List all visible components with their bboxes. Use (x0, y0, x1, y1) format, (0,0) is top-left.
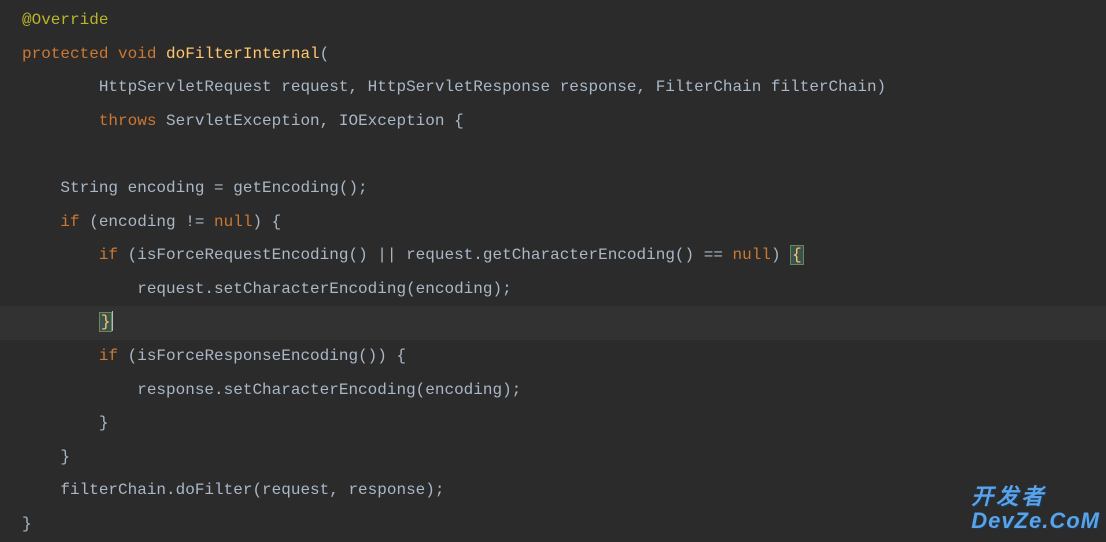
code-line-0[interactable]: @Override (0, 4, 1106, 38)
token-identifier: request.setCharacterEncoding(encoding); (137, 280, 511, 298)
token-annotation: @Override (22, 11, 108, 29)
token-type: HttpServletResponse response (368, 78, 637, 96)
code-line-5[interactable]: String encoding = getEncoding(); (0, 172, 1106, 206)
code-line-9[interactable]: } (0, 306, 1106, 340)
text-caret (112, 311, 113, 331)
token-punct: } (22, 515, 32, 533)
token-keyword: protected void (22, 45, 166, 63)
code-line-7[interactable]: if (isForceRequestEncoding() || request.… (0, 239, 1106, 273)
token-keyword: if (60, 213, 89, 231)
token-brace-highlight: { (790, 245, 804, 265)
token-type: IOException (339, 112, 454, 130)
token-type: FilterChain filterChain (656, 78, 877, 96)
code-line-4[interactable] (0, 138, 1106, 172)
token-punct: , (320, 112, 339, 130)
token-punct: ( (320, 45, 330, 63)
code-editor[interactable]: @Override protected void doFilterInternal… (0, 4, 1106, 542)
code-line-1[interactable]: protected void doFilterInternal( (0, 38, 1106, 72)
token-type: ServletException (166, 112, 320, 130)
token-punct: ) (877, 78, 887, 96)
token-punct: } (60, 448, 70, 466)
code-line-15[interactable]: } (0, 508, 1106, 542)
token-punct: ) { (252, 213, 281, 231)
token-keyword: if (99, 347, 128, 365)
token-method-def: doFilterInternal (166, 45, 320, 63)
token-punct: { (454, 112, 464, 130)
token-string-type: String encoding = getEncoding(); (60, 179, 367, 197)
code-line-13[interactable]: } (0, 441, 1106, 475)
token-keyword: throws (99, 112, 166, 130)
token-null-kw: null (214, 213, 252, 231)
code-line-6[interactable]: if (encoding != null) { (0, 206, 1106, 240)
code-line-10[interactable]: if (isForceResponseEncoding()) { (0, 340, 1106, 374)
token-null-kw: null (733, 246, 771, 264)
code-line-8[interactable]: request.setCharacterEncoding(encoding); (0, 273, 1106, 307)
token-punct: (isForceResponseEncoding()) { (128, 347, 406, 365)
token-keyword: if (99, 246, 128, 264)
token-punct: ) (771, 246, 790, 264)
token-brace-highlight: } (99, 312, 113, 332)
token-punct: , (348, 78, 367, 96)
token-identifier: filterChain.doFilter(request (60, 481, 329, 499)
code-line-2[interactable]: HttpServletRequest request, HttpServletR… (0, 71, 1106, 105)
token-identifier: response.setCharacterEncoding(encoding); (137, 381, 521, 399)
token-punct: } (99, 414, 109, 432)
token-punct: (isForceRequestEncoding() || request.get… (128, 246, 733, 264)
token-punct: (encoding != (89, 213, 214, 231)
token-punct: , (329, 481, 348, 499)
code-line-3[interactable]: throws ServletException, IOException { (0, 105, 1106, 139)
token-identifier: response); (348, 481, 444, 499)
code-line-14[interactable]: filterChain.doFilter(request, response); (0, 474, 1106, 508)
code-line-12[interactable]: } (0, 407, 1106, 441)
token-punct: , (637, 78, 656, 96)
token-type: HttpServletRequest request (99, 78, 349, 96)
code-line-11[interactable]: response.setCharacterEncoding(encoding); (0, 374, 1106, 408)
